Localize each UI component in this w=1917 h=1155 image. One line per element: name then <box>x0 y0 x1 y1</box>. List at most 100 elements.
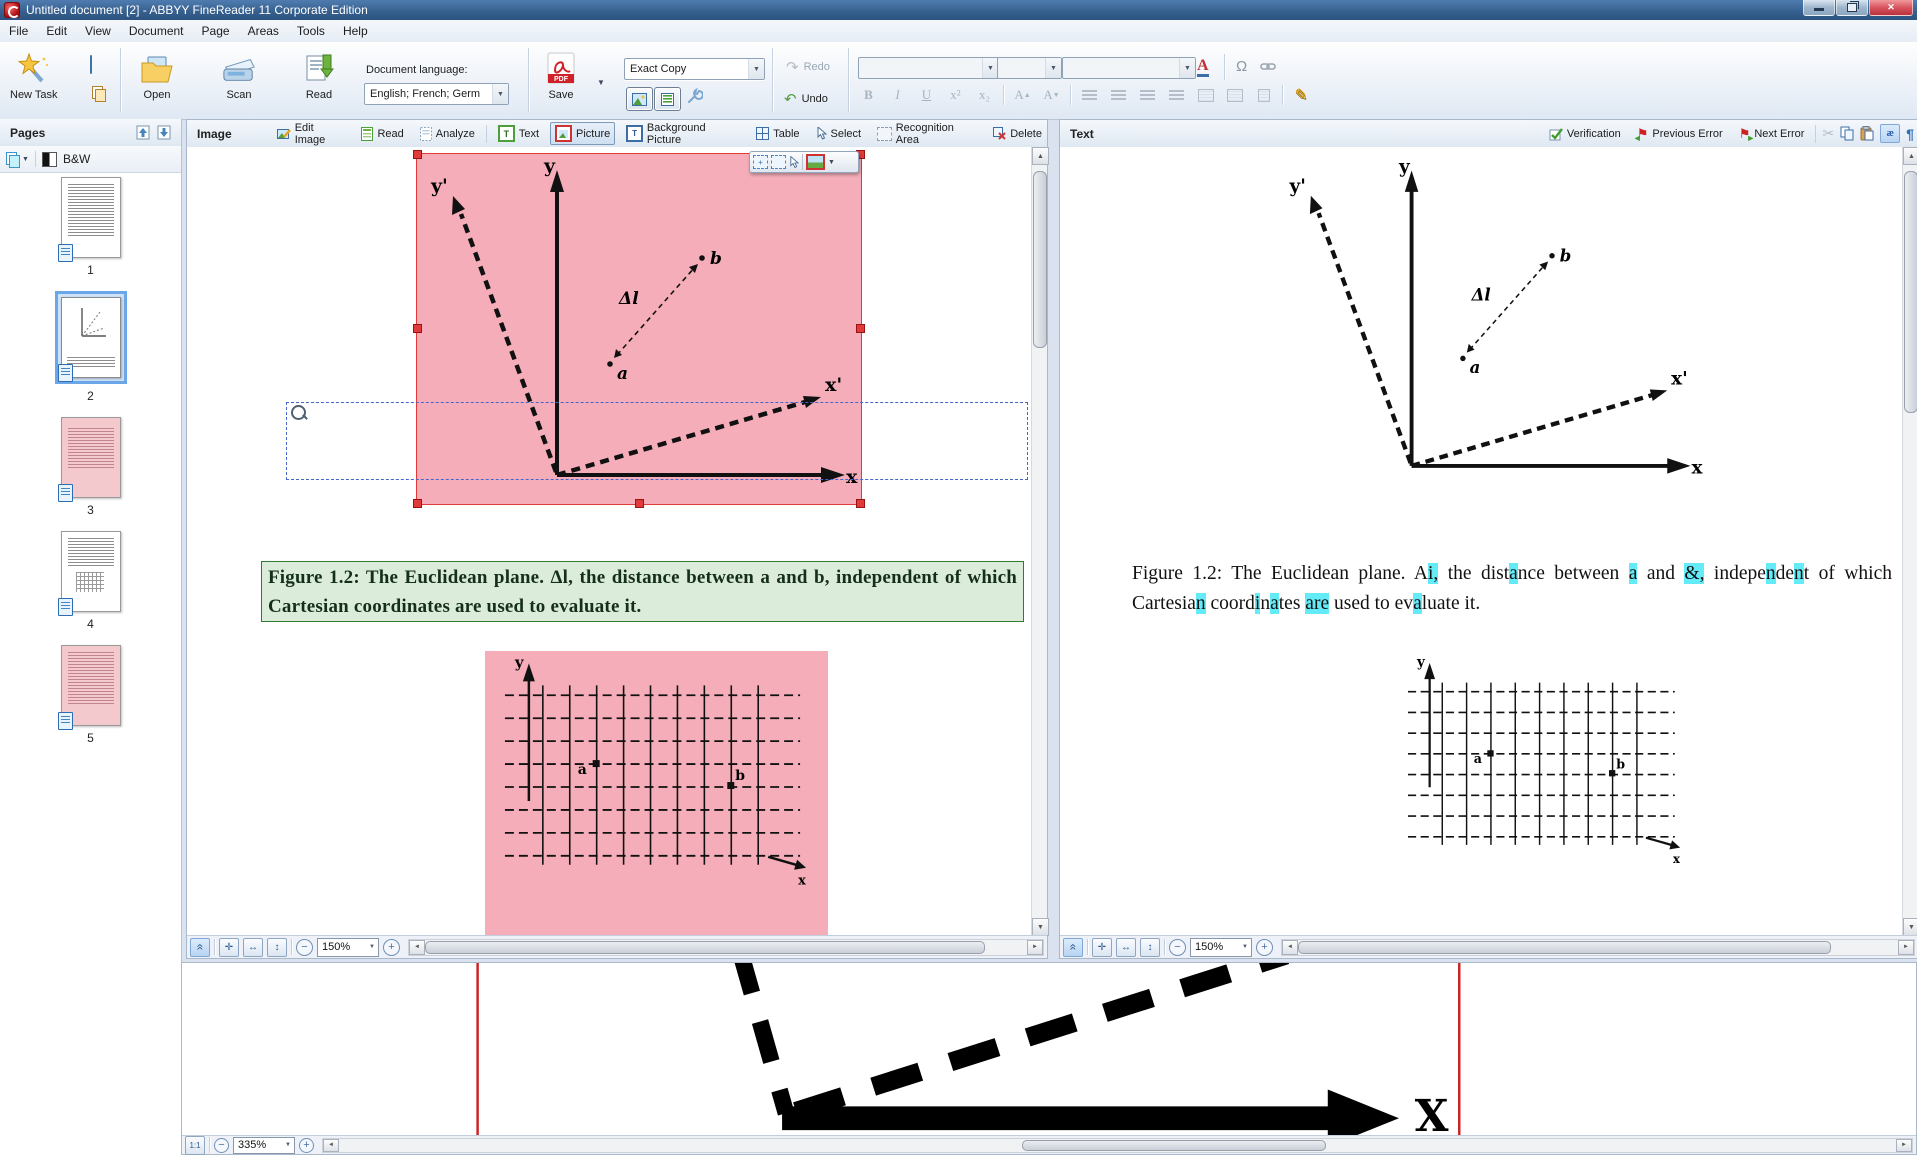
save-dropdown-arrow[interactable]: ▼ <box>597 78 605 87</box>
next-page-icon[interactable] <box>156 124 173 141</box>
save-button[interactable]: PDF Save <box>544 52 578 101</box>
style-select[interactable]: ▼ <box>1062 57 1196 79</box>
open-button[interactable]: Open <box>140 52 174 101</box>
analyze-button[interactable]: Analyze <box>415 124 480 144</box>
zoom-in-button[interactable]: + <box>1256 938 1273 956</box>
page-thumbnail-1[interactable]: 1 <box>57 177 121 277</box>
previous-page-icon[interactable] <box>135 124 152 141</box>
scrollbar-thumb[interactable] <box>1022 1139 1327 1151</box>
save-picture-mode-toggle[interactable] <box>626 87 653 111</box>
close-button[interactable]: ✕ <box>1869 0 1913 16</box>
insert-symbol-button[interactable]: Ω <box>1236 58 1247 75</box>
fit-page-button[interactable]: ✛ <box>1092 937 1112 957</box>
menu-document[interactable]: Document <box>120 20 193 42</box>
zoom-in-button[interactable]: + <box>383 938 400 956</box>
selection-handle[interactable] <box>856 324 865 333</box>
scroll-right-arrow[interactable]: ► <box>1898 939 1914 955</box>
text-vertical-scrollbar[interactable]: ▲ ▼ <box>1902 147 1917 936</box>
scroll-up-arrow[interactable]: ▲ <box>1032 147 1049 165</box>
align-left-button[interactable] <box>1077 84 1102 106</box>
restore-button[interactable] <box>1836 0 1868 16</box>
table-tool-button[interactable]: Table <box>751 124 804 143</box>
scroll-up-arrow[interactable]: ▲ <box>1903 147 1917 165</box>
menu-tools[interactable]: Tools <box>288 20 334 42</box>
scrollbar-thumb[interactable] <box>1033 171 1047 348</box>
underline-button[interactable]: U <box>914 84 939 106</box>
recognized-caption-text[interactable]: Figure 1.2: The Euclidean plane. Ai, the… <box>1132 559 1892 619</box>
selection-handle[interactable] <box>413 499 422 508</box>
page-thumbnail-4[interactable]: 4 <box>57 531 121 631</box>
scroll-down-arrow[interactable]: ▼ <box>1903 918 1917 936</box>
copy-icon[interactable] <box>1840 126 1854 141</box>
font-properties-button[interactable]: A <box>1197 58 1209 77</box>
decrease-font-button[interactable]: A ▼ <box>1039 84 1064 106</box>
font-size-select[interactable]: ▼ <box>997 57 1062 79</box>
edit-image-button[interactable]: Edit Image <box>272 119 351 149</box>
menu-page[interactable]: Page <box>193 20 239 42</box>
paragraph-style-button[interactable] <box>1251 84 1276 106</box>
document-language-select[interactable]: English; French; Germ ▼ <box>364 83 509 105</box>
zoom-in-button[interactable]: + <box>299 1137 314 1153</box>
line-spacing-button[interactable] <box>1193 84 1218 106</box>
cut-icon[interactable]: ✂ <box>1822 125 1834 142</box>
page-view-mode-icon[interactable]: ▼ <box>6 152 29 168</box>
picture-area-tool-button[interactable]: Picture <box>550 122 616 145</box>
fit-height-button[interactable]: ↕ <box>267 937 287 957</box>
save-options-wrench-icon[interactable] <box>686 88 703 105</box>
read-button[interactable]: Read <box>302 52 336 101</box>
page-thumbnail-3[interactable]: 3 <box>57 417 121 517</box>
collapse-panel-button[interactable]: « <box>190 937 210 957</box>
scroll-left-arrow[interactable]: ◄ <box>1282 939 1298 955</box>
undo-button[interactable]: ↶ Undo <box>784 90 828 108</box>
zoom-pane-horizontal-scrollbar[interactable]: ◄ ► <box>322 1137 1913 1153</box>
italic-button[interactable]: I <box>885 84 910 106</box>
verification-button[interactable]: Verification <box>1544 124 1626 144</box>
bold-button[interactable]: B <box>856 84 881 106</box>
bw-mode-label[interactable]: B&W <box>63 152 90 166</box>
subscript-button[interactable]: x₂ <box>972 84 997 106</box>
selection-handle[interactable] <box>635 499 644 508</box>
text-area-tool-button[interactable]: T Text <box>493 122 544 145</box>
text-horizontal-scrollbar[interactable]: ◄ ► <box>1281 938 1915 956</box>
collapse-panel-button[interactable]: « <box>1063 937 1083 957</box>
indent-button[interactable] <box>1222 84 1247 106</box>
grid-figure-region[interactable]: y x a b <box>485 651 828 936</box>
menu-file[interactable]: File <box>0 20 37 42</box>
selection-handle[interactable] <box>413 150 422 159</box>
scan-button[interactable]: Scan <box>222 52 256 101</box>
new-task-button[interactable]: New Task <box>10 52 57 101</box>
fit-page-button[interactable]: ✛ <box>219 937 239 957</box>
previous-error-button[interactable]: ⚑ ◄ Previous Error <box>1632 123 1728 145</box>
chevron-down-icon[interactable]: ▼ <box>828 159 835 166</box>
zoom-pane-view[interactable]: X <box>182 963 1916 1136</box>
next-error-button[interactable]: ⚑ ► Next Error <box>1734 123 1810 145</box>
recognition-area-tool-button[interactable]: Recognition Area <box>872 119 982 149</box>
minimize-button[interactable] <box>1803 0 1835 16</box>
zoom-out-button[interactable]: − <box>1169 938 1186 956</box>
scroll-right-arrow[interactable]: ► <box>1027 939 1043 955</box>
actual-size-button[interactable]: 1:1 <box>185 1135 205 1155</box>
select-cursor-icon[interactable] <box>789 155 799 169</box>
select-tool-button[interactable]: Select <box>811 124 867 143</box>
scrollbar-thumb[interactable] <box>425 940 985 954</box>
paste-icon[interactable] <box>1860 126 1874 141</box>
scrollbar-thumb[interactable] <box>1298 940 1831 954</box>
save-text-mode-toggle[interactable] <box>654 87 681 111</box>
fit-height-button[interactable]: ↕ <box>1140 937 1160 957</box>
scrollbar-thumb[interactable] <box>1904 171 1917 413</box>
scroll-left-arrow[interactable]: ◄ <box>409 939 425 955</box>
link-button[interactable] <box>1260 60 1276 73</box>
align-right-button[interactable] <box>1135 84 1160 106</box>
menu-areas[interactable]: Areas <box>239 20 288 42</box>
page-thumbnail-2-selected[interactable]: 2 <box>54 291 127 403</box>
selection-handle[interactable] <box>856 499 865 508</box>
fit-width-button[interactable]: ↔ <box>1116 937 1136 957</box>
selection-handle[interactable] <box>413 324 422 333</box>
background-picture-tool-button[interactable]: T Background Picture <box>621 119 745 149</box>
image-page-view[interactable]: y y' x x' a b Δl + ▼ Figure 1.2: The Euc… <box>187 147 1032 936</box>
increase-font-button[interactable]: A ▲ <box>1010 84 1035 106</box>
save-mode-select[interactable]: Exact Copy ▼ <box>624 58 765 80</box>
adjust-area-icon[interactable] <box>771 155 786 169</box>
menu-view[interactable]: View <box>76 20 120 42</box>
superscript-button[interactable]: x² <box>943 84 968 106</box>
